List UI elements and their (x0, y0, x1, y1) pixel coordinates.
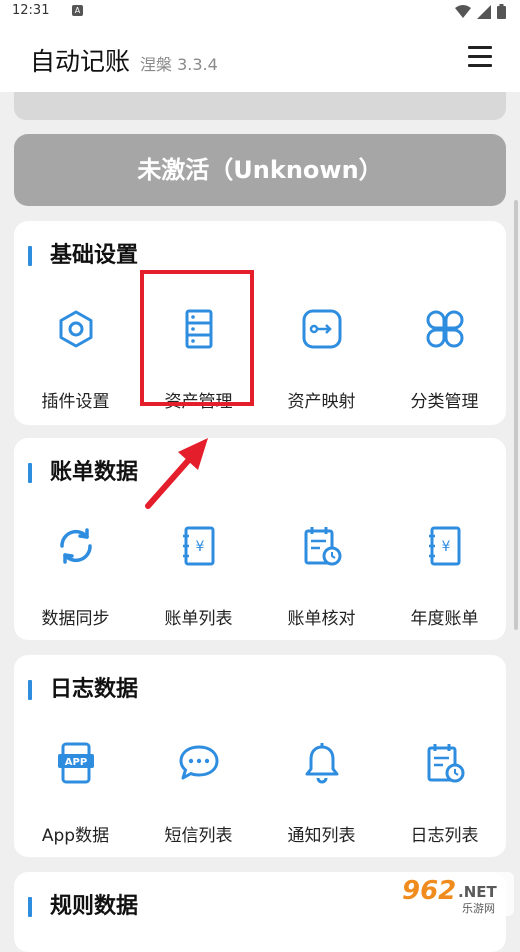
item-label: 日志列表 (410, 826, 479, 846)
svg-text:¥: ¥ (441, 539, 450, 555)
watermark-suffix: .NET (458, 883, 497, 901)
activation-status-button[interactable]: 未激活（Unknown） (14, 134, 506, 206)
notification-list-button[interactable]: 通知列表 (260, 741, 383, 861)
annual-bill-icon: ¥ (428, 526, 460, 566)
item-label: 账单列表 (164, 609, 233, 629)
item-label: App数据 (41, 826, 110, 846)
annual-bill-button[interactable]: ¥ 年度账单 (383, 524, 506, 644)
svg-text:APP: APP (64, 757, 86, 768)
app-version: 涅槃 3.3.4 (140, 55, 218, 74)
section-title: 日志数据 (28, 677, 138, 703)
item-label: 账单核对 (287, 609, 356, 629)
app-data-icon: APP (57, 742, 94, 784)
watermark-number: 962 (402, 876, 456, 906)
wifi-icon (455, 4, 471, 18)
log-list-icon (427, 744, 464, 783)
log-list-button[interactable]: 日志列表 (383, 741, 506, 861)
sms-bubble-icon (179, 745, 218, 780)
highlight-box (140, 270, 254, 406)
bill-check-button[interactable]: 账单核对 (260, 524, 383, 644)
svg-text:¥: ¥ (195, 539, 204, 555)
item-label: 资产映射 (287, 392, 356, 412)
section-basic-settings: 基础设置 插件设置 资产管理 资产映射 分类管理 (14, 221, 506, 425)
bill-check-icon (304, 527, 341, 566)
item-label: 通知列表 (287, 826, 356, 846)
watermark-logo: 962 .NET 乐游网 (396, 872, 514, 920)
signal-icon (477, 4, 491, 19)
section-title: 基础设置 (28, 243, 138, 269)
watermark-sub: 乐游网 (462, 902, 495, 915)
plugin-settings-button[interactable]: 插件设置 (14, 307, 137, 427)
item-label: 短信列表 (164, 826, 233, 846)
section-log-data: 日志数据 APP App数据 短信列表 通知列表 日志列表 (14, 655, 506, 857)
category-clover-icon (426, 310, 463, 348)
app-bar: 自动记账 涅槃 3.3.4 (0, 24, 520, 92)
mapping-icon (302, 309, 341, 349)
sms-list-button[interactable]: 短信列表 (137, 741, 260, 861)
menu-icon[interactable] (468, 46, 492, 68)
sync-icon (59, 528, 92, 564)
app-title: 自动记账 (30, 47, 131, 76)
status-icons (455, 4, 506, 19)
notification-badge-icon: A (72, 5, 83, 16)
category-management-button[interactable]: 分类管理 (383, 307, 506, 427)
section-title: 规则数据 (28, 894, 138, 920)
bell-icon (305, 743, 338, 784)
scrollbar[interactable] (514, 200, 518, 630)
bill-book-icon: ¥ (182, 526, 214, 566)
item-label: 年度账单 (410, 609, 479, 629)
item-label: 数据同步 (41, 609, 110, 629)
hexagon-plugin-icon (59, 310, 92, 348)
data-sync-button[interactable]: 数据同步 (14, 524, 137, 644)
status-time: 12:31 (12, 3, 50, 18)
section-bill-data: 账单数据 数据同步 ¥ 账单列表 账单核对 ¥ 年度账单 (14, 438, 506, 640)
top-banner (14, 92, 506, 120)
item-label: 分类管理 (410, 392, 479, 412)
bill-list-button[interactable]: ¥ 账单列表 (137, 524, 260, 644)
section-title: 账单数据 (28, 460, 138, 486)
pointer-arrow-icon (145, 438, 208, 509)
app-data-button[interactable]: APP App数据 (14, 741, 137, 861)
asset-mapping-button[interactable]: 资产映射 (260, 307, 383, 427)
status-bar: 12:31 A (0, 0, 520, 24)
battery-icon (497, 4, 506, 19)
item-label: 插件设置 (41, 392, 110, 412)
